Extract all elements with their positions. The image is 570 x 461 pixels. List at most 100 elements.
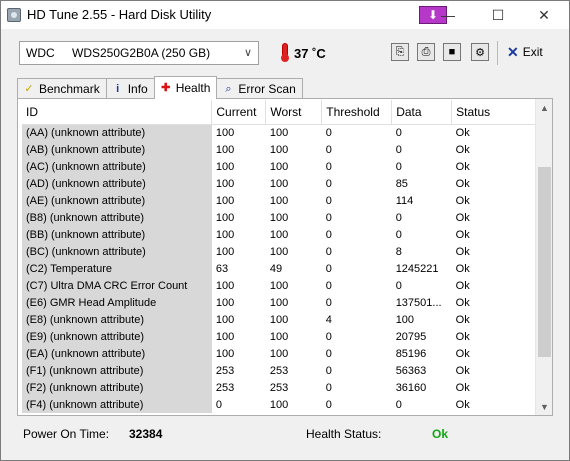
copy-text-icon[interactable]: ⎘ — [391, 43, 409, 61]
worst-value: 253 — [269, 364, 289, 377]
scroll-up-icon[interactable]: ▲ — [536, 99, 553, 116]
window-title: HD Tune 2.55 - Hard Disk Utility — [27, 7, 212, 22]
worst-value: 100 — [269, 143, 289, 156]
attribute-status: Ok — [455, 177, 470, 190]
current-value: 100 — [215, 177, 235, 190]
worst-value: 100 — [269, 330, 289, 343]
minimize-icon: — — [441, 7, 455, 23]
health-status-value: Ok — [432, 427, 449, 441]
attribute-id: (E9) (unknown attribute) — [22, 328, 212, 345]
table-row[interactable]: (AB) (unknown attribute) 100 100 0 0 Ok — [22, 141, 536, 158]
table-row[interactable]: (E6) GMR Head Amplitude 100 100 0 137501... O… — [22, 294, 536, 311]
table-row[interactable]: (AE) (unknown attribute) 100 100 0 114 Ok — [22, 192, 536, 209]
worst-value: 100 — [269, 126, 289, 139]
attribute-status: Ok — [455, 143, 470, 156]
attribute-status: Ok — [455, 126, 470, 139]
attribute-id: (C2) Temperature — [22, 260, 212, 277]
table-row[interactable]: (EA) (unknown attribute) 100 100 0 85196 Ok — [22, 345, 536, 362]
current-value: 100 — [215, 279, 235, 292]
current-value: 100 — [215, 228, 235, 241]
current-value: 100 — [215, 194, 235, 207]
table-row[interactable]: (BC) (unknown attribute) 100 100 0 8 Ok — [22, 243, 536, 260]
worst-value: 100 — [269, 398, 289, 411]
attribute-id: (F4) (unknown attribute) — [22, 396, 212, 413]
raw-data: 100 — [395, 313, 415, 326]
tab-label: Error Scan — [238, 82, 296, 96]
table-row[interactable]: (F1) (unknown attribute) 253 253 0 56363 Ok — [22, 362, 536, 379]
column-header-threshold[interactable]: Threshold — [321, 100, 393, 125]
toolbar-separator — [497, 41, 498, 65]
attribute-id: (BB) (unknown attribute) — [22, 226, 212, 243]
column-header-id[interactable]: ID — [22, 100, 213, 125]
table-row[interactable]: (AC) (unknown attribute) 100 100 0 0 Ok — [22, 158, 536, 175]
raw-data: 0 — [395, 211, 402, 224]
threshold-value: 0 — [325, 262, 332, 275]
table-row[interactable]: (AD) (unknown attribute) 100 100 0 85 Ok — [22, 175, 536, 192]
current-value: 100 — [215, 245, 235, 258]
current-value: 100 — [215, 347, 235, 360]
attribute-status: Ok — [455, 364, 470, 377]
save-icon[interactable]: ■ — [443, 43, 461, 61]
current-value: 100 — [215, 126, 235, 139]
worst-value: 253 — [269, 381, 289, 394]
table-row[interactable]: (BB) (unknown attribute) 100 100 0 0 Ok — [22, 226, 536, 243]
current-value: 100 — [215, 296, 235, 309]
power-on-label: Power On Time: — [23, 427, 110, 441]
attribute-id: (E8) (unknown attribute) — [22, 311, 212, 328]
column-header-current[interactable]: Current — [211, 100, 267, 125]
attribute-id: (AC) (unknown attribute) — [22, 158, 212, 175]
raw-data: 0 — [395, 228, 402, 241]
table-row[interactable]: (E8) (unknown attribute) 100 100 4 100 Ok — [22, 311, 536, 328]
options-icon[interactable]: ⚙ — [471, 43, 489, 61]
raw-data: 56363 — [395, 364, 427, 377]
scroll-down-icon[interactable]: ▼ — [536, 398, 553, 415]
exit-button[interactable]: ✕ Exit — [507, 43, 543, 61]
column-header-data[interactable]: Data — [391, 100, 453, 125]
maximize-button[interactable]: ☐ — [475, 1, 521, 29]
tab-error-scan[interactable]: ⌕ Error Scan — [216, 78, 303, 99]
copy-screenshot-icon[interactable]: ⎙ — [417, 43, 435, 61]
current-value: 253 — [215, 381, 235, 394]
table-body: (AA) (unknown attribute) 100 100 0 0 Ok (AB) (… — [22, 124, 536, 413]
threshold-value: 0 — [325, 296, 332, 309]
threshold-value: 0 — [325, 347, 332, 360]
title-bar[interactable]: HD Tune 2.55 - Hard Disk Utility ⬇ — ☐ ✕ — [1, 1, 569, 29]
table-row[interactable]: (E9) (unknown attribute) 100 100 0 20795 Ok — [22, 328, 536, 345]
column-header-worst[interactable]: Worst — [265, 100, 323, 125]
attribute-id: (AD) (unknown attribute) — [22, 175, 212, 192]
tab-health[interactable]: ✚ Health — [153, 76, 218, 99]
threshold-value: 0 — [325, 177, 332, 190]
vertical-scrollbar[interactable]: ▲ ▼ — [535, 99, 552, 415]
table-row[interactable]: (B8) (unknown attribute) 100 100 0 0 Ok — [22, 209, 536, 226]
tab-label: Info — [127, 82, 148, 96]
table-row[interactable]: (F4) (unknown attribute) 0 100 0 0 Ok — [22, 396, 536, 413]
current-value: 253 — [215, 364, 235, 377]
scrollbar-thumb[interactable] — [538, 166, 551, 357]
drive-vendor: WDC — [26, 46, 55, 60]
attribute-id: (AE) (unknown attribute) — [22, 192, 212, 209]
threshold-value: 0 — [325, 245, 332, 258]
attribute-id: (C7) Ultra DMA CRC Error Count — [22, 277, 212, 294]
threshold-value: 0 — [325, 279, 332, 292]
health-icon: ✚ — [161, 82, 171, 94]
tab-info[interactable]: i Info — [105, 78, 155, 99]
column-header-status[interactable]: Status — [451, 100, 536, 125]
tab-benchmark[interactable]: ✓ Benchmark — [17, 78, 107, 99]
raw-data: 85 — [395, 177, 408, 190]
table-row[interactable]: (AA) (unknown attribute) 100 100 0 0 Ok — [22, 124, 536, 141]
hd-tune-window: HD Tune 2.55 - Hard Disk Utility ⬇ — ☐ ✕… — [0, 0, 570, 461]
table-row[interactable]: (F2) (unknown attribute) 253 253 0 36160 Ok — [22, 379, 536, 396]
threshold-value: 0 — [325, 330, 332, 343]
attribute-status: Ok — [455, 296, 470, 309]
table-row[interactable]: (C7) Ultra DMA CRC Error Count 100 100 0 0 Ok — [22, 277, 536, 294]
worst-value: 100 — [269, 177, 289, 190]
hard-disk-app-icon — [7, 8, 21, 22]
threshold-value: 0 — [325, 160, 332, 173]
attribute-status: Ok — [455, 228, 470, 241]
minimize-button[interactable]: — — [425, 1, 471, 29]
raw-data: 36160 — [395, 381, 427, 394]
table-row[interactable]: (C2) Temperature 63 49 0 1245221 Ok — [22, 260, 536, 277]
close-button[interactable]: ✕ — [521, 1, 567, 29]
drive-selector[interactable]: WDC WDS250G2B0A (250 GB) ∨ — [19, 41, 259, 65]
threshold-value: 0 — [325, 398, 332, 411]
